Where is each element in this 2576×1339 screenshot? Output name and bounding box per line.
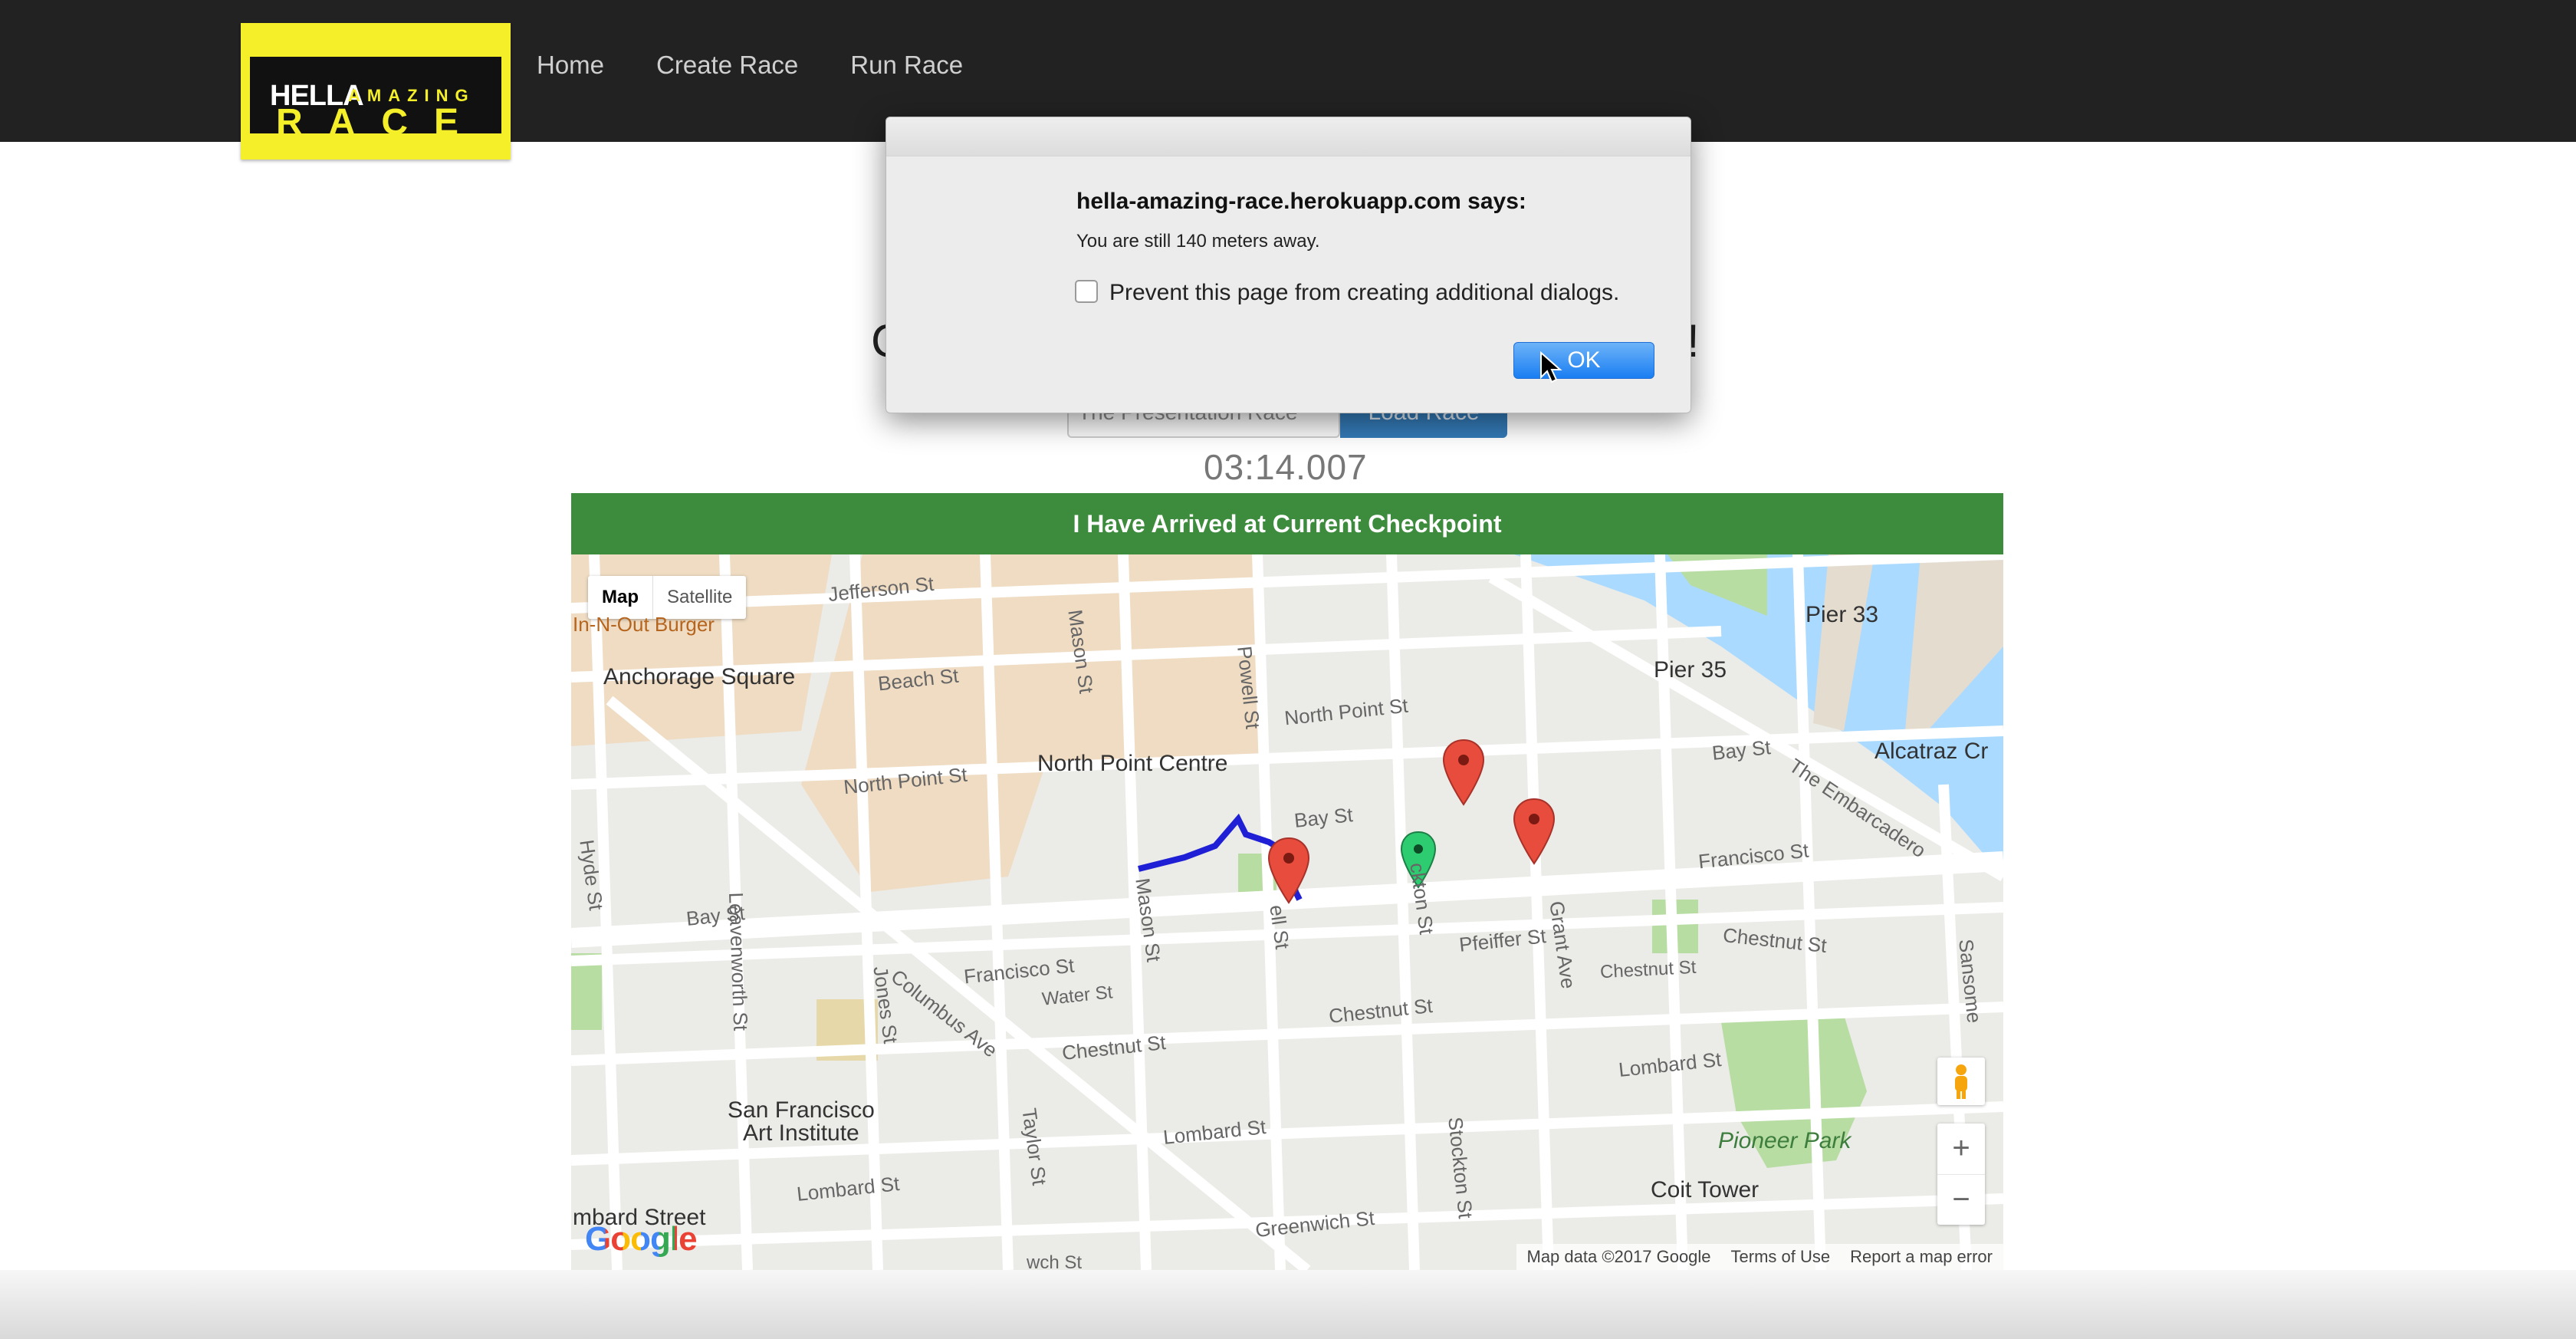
hella-amazing-race-logo[interactable]: HELLA AMAZING RACE [241, 23, 511, 160]
zoom-control: + − [1937, 1124, 1985, 1225]
page-bottom-area [0, 1270, 2576, 1339]
nav-create-race-link[interactable]: Create Race [656, 51, 798, 80]
dialog-title: hella-amazing-race.herokuapp.com says: [1076, 189, 1526, 214]
map-label: wch St [1027, 1252, 1083, 1270]
nav-home-link[interactable]: Home [537, 51, 604, 80]
checkpoint-marker-red[interactable] [1442, 739, 1485, 806]
map-label: Anchorage Square [603, 664, 796, 689]
race-map[interactable]: Map Satellite Jefferson St In-N-Out Burg… [571, 554, 2003, 1270]
map-label: Pier 33 [1806, 602, 1879, 627]
zoom-in-button[interactable]: + [1937, 1124, 1985, 1175]
dialog-message: You are still 140 meters away. [1076, 231, 1320, 252]
prevent-dialogs-label[interactable]: Prevent this page from creating addition… [1109, 280, 1619, 306]
google-logo-text: Google [585, 1220, 698, 1258]
map-label: North Point Centre [1037, 751, 1228, 776]
street-view-pegman-icon[interactable] [1937, 1058, 1985, 1105]
map-label: Coit Tower [1651, 1177, 1760, 1202]
race-timer: 03:14.007 [1204, 447, 1368, 487]
checkpoint-marker-red[interactable] [1513, 798, 1556, 865]
terms-of-use-link[interactable]: Terms of Use [1731, 1247, 1831, 1267]
checkpoint-marker-red[interactable] [1267, 837, 1310, 904]
prevent-dialogs-checkbox[interactable] [1075, 280, 1098, 303]
dialog-title-bar [886, 117, 1691, 156]
logo-panel: HELLA AMAZING RACE [250, 57, 501, 141]
map-label: In-N-Out Burger [573, 613, 715, 636]
report-map-error-link[interactable]: Report a map error [1850, 1247, 1993, 1267]
zoom-out-button[interactable]: − [1937, 1175, 1985, 1225]
logo-text-race: RACE [275, 102, 485, 143]
map-label: Alcatraz Cr [1875, 739, 1989, 764]
map-label: Pier 35 [1654, 657, 1727, 683]
map-attribution: Map data ©2017 Google Terms of Use Repor… [1516, 1244, 2003, 1270]
map-label: Leavenworth St [724, 892, 753, 1031]
mouse-cursor-icon [1540, 351, 1562, 383]
map-label: San Francisco Art Institute [728, 1097, 875, 1146]
map-label: Pioneer Park [1718, 1128, 1852, 1153]
arrived-at-checkpoint-button[interactable]: I Have Arrived at Current Checkpoint [571, 493, 2003, 554]
alert-dialog: hella-amazing-race.herokuapp.com says: Y… [886, 117, 1691, 413]
google-logo[interactable]: Google [585, 1220, 698, 1258]
nav-run-race-link[interactable]: Run Race [850, 51, 963, 80]
nav-links: Home Create Race Run Race [537, 51, 963, 80]
dialog-ok-button[interactable]: OK [1513, 342, 1654, 379]
map-data-credit: Map data ©2017 Google [1526, 1247, 1711, 1266]
